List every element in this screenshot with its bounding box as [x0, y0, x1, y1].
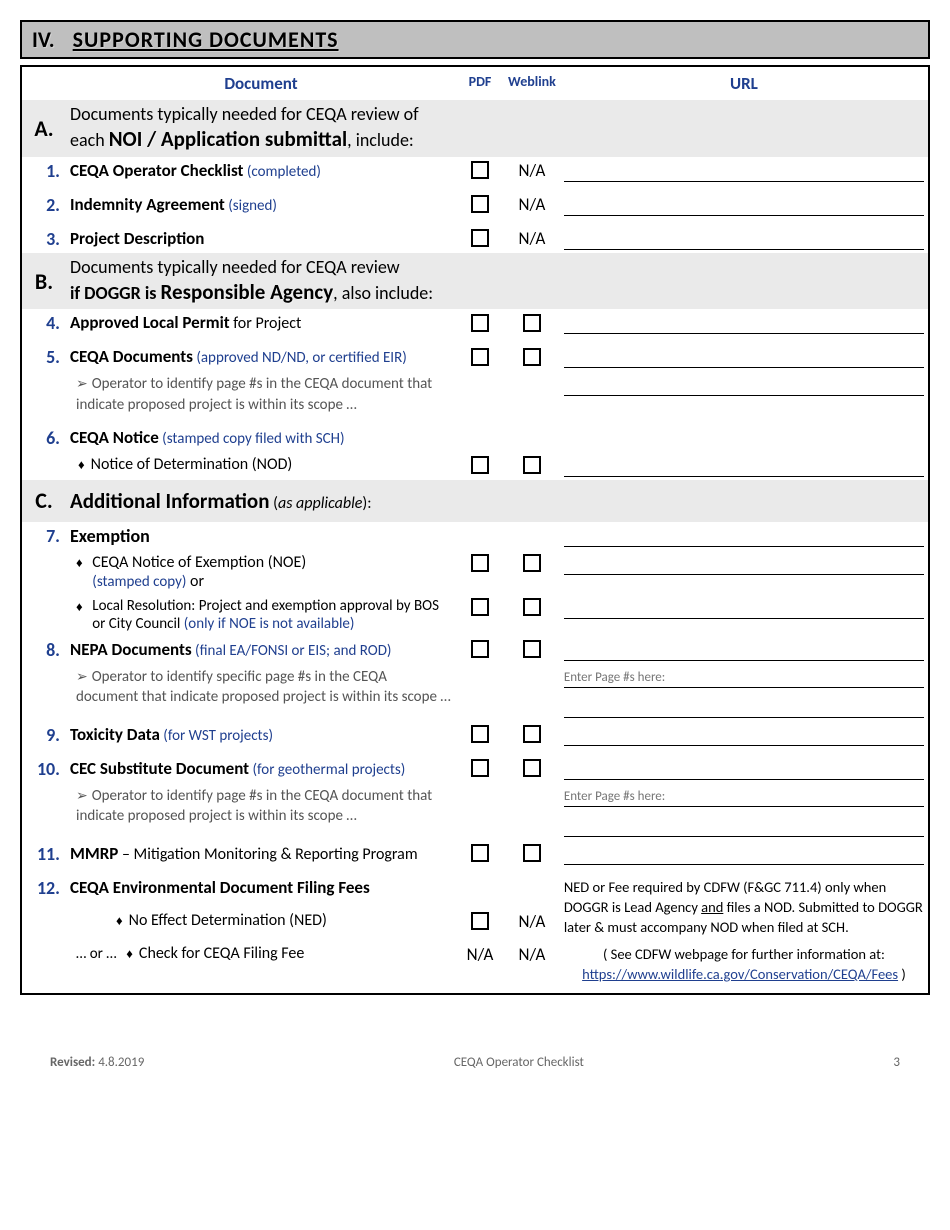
url-field[interactable] — [564, 760, 924, 780]
page-footer: Revised: 4.8.2019 CEQA Operator Checklis… — [20, 1055, 930, 1070]
group-b-letter: B. — [22, 253, 66, 310]
checkbox-icon[interactable] — [523, 844, 541, 862]
url-field[interactable] — [564, 555, 924, 575]
checkbox-icon[interactable] — [471, 161, 489, 179]
url-field[interactable] — [564, 599, 924, 619]
checkbox-icon[interactable] — [471, 348, 489, 366]
arrow-icon: ➢ — [76, 668, 88, 685]
checkbox-icon[interactable] — [471, 229, 489, 247]
page-numbers-input[interactable] — [564, 668, 924, 688]
group-a-letter: A. — [22, 100, 66, 157]
row-5: 5. CEQA Documents (approved ND/ND, or ce… — [22, 343, 928, 371]
checkbox-icon[interactable] — [523, 554, 541, 572]
diamond-icon: ♦ — [126, 947, 133, 962]
url-field[interactable] — [564, 726, 924, 746]
supporting-documents-box: Document PDF Weblink URL A. Documents ty… — [20, 65, 930, 995]
row-8: 8. NEPA Documents (final EA/FONSI or EIS… — [22, 636, 928, 664]
arrow-icon: ➢ — [76, 787, 88, 804]
checkbox-icon[interactable] — [523, 640, 541, 658]
arrow-icon: ➢ — [76, 375, 88, 392]
row-12-bullet2: … or … ♦Check for CEQA Filing Fee N/A N/… — [22, 941, 928, 988]
url-field[interactable] — [564, 376, 924, 396]
checkbox-icon[interactable] — [471, 314, 489, 332]
url-field[interactable] — [564, 698, 924, 718]
row-4: 4. Approved Local Permit for Project — [22, 309, 928, 337]
section-title: SUPPORTING DOCUMENTS — [73, 26, 339, 53]
checkbox-icon[interactable] — [471, 725, 489, 743]
row-11: 11. MMRP – Mitigation Monitoring & Repor… — [22, 840, 928, 868]
checkbox-icon[interactable] — [523, 759, 541, 777]
url-field[interactable] — [564, 527, 924, 547]
row-7-bullet1: ♦ CEQA Notice of Exemption (NOE) (stampe… — [22, 550, 928, 594]
group-a-line2: each NOI / Application submittal, includ… — [70, 126, 924, 153]
group-a-line1: Documents typically needed for CEQA revi… — [70, 103, 924, 126]
checkbox-icon[interactable] — [523, 314, 541, 332]
documents-table: Document PDF Weblink URL A. Documents ty… — [22, 67, 928, 993]
checkbox-icon[interactable] — [471, 640, 489, 658]
url-field[interactable] — [564, 162, 924, 182]
row-10: 10. CEC Substitute Document (for geother… — [22, 755, 928, 783]
row-6: 6. CEQA Notice (stamped copy filed with … — [22, 424, 928, 452]
group-c-row: C. Additional Information (as applicable… — [22, 480, 928, 522]
row-6-bullet: ♦Notice of Determination (NOD) — [22, 452, 928, 480]
diamond-icon: ♦ — [78, 458, 85, 473]
checkbox-icon[interactable] — [523, 456, 541, 474]
table-header-row: Document PDF Weblink URL — [22, 67, 928, 100]
section-header: IV. SUPPORTING DOCUMENTS — [20, 20, 930, 59]
checkbox-icon[interactable] — [471, 912, 489, 930]
page-numbers-input[interactable] — [564, 787, 924, 807]
hdr-weblink: Weblink — [504, 67, 560, 100]
url-field[interactable] — [564, 348, 924, 368]
hdr-url: URL — [560, 67, 928, 100]
group-b-line2: if DOGGR is Responsible Agency, also inc… — [70, 279, 924, 306]
fee-see-also: ( See CDFW webpage for further informati… — [564, 944, 924, 985]
url-field[interactable] — [564, 845, 924, 865]
checkbox-icon[interactable] — [523, 598, 541, 616]
checkbox-icon[interactable] — [471, 759, 489, 777]
group-b-line1: Documents typically needed for CEQA revi… — [70, 256, 924, 279]
row-5-sub: ➢Operator to identify page #s in the CEQ… — [22, 371, 928, 418]
checkbox-icon[interactable] — [471, 844, 489, 862]
checkbox-icon[interactable] — [523, 725, 541, 743]
fee-note: NED or Fee required by CDFW (F&GC 711.4)… — [564, 877, 924, 938]
url-field[interactable] — [564, 817, 924, 837]
diamond-icon: ♦ — [76, 556, 83, 571]
group-c-letter: C. — [22, 480, 66, 522]
footer-center: CEQA Operator Checklist — [454, 1055, 584, 1070]
row-8-sub: ➢Operator to identify specific page #s i… — [22, 664, 928, 721]
diamond-icon: ♦ — [76, 600, 83, 615]
row-10-sub: ➢Operator to identify page #s in the CEQ… — [22, 783, 928, 840]
row-12: 12. CEQA Environmental Document Filing F… — [22, 874, 928, 908]
url-field[interactable] — [564, 641, 924, 661]
row-7: 7. Exemption — [22, 522, 928, 550]
group-a-row: A. Documents typically needed for CEQA r… — [22, 100, 928, 157]
url-field[interactable] — [564, 314, 924, 334]
footer-revised: Revised: 4.8.2019 — [50, 1055, 144, 1070]
url-field[interactable] — [564, 457, 924, 477]
checkbox-icon[interactable] — [523, 348, 541, 366]
checkbox-icon[interactable] — [471, 598, 489, 616]
section-roman: IV. — [32, 26, 55, 53]
checkbox-icon[interactable] — [471, 554, 489, 572]
footer-page: 3 — [893, 1055, 900, 1070]
hdr-document: Document — [66, 67, 456, 100]
row-9: 9. Toxicity Data (for WST projects) — [22, 721, 928, 749]
row-2: 2. Indemnity Agreement (signed) N/A — [22, 191, 928, 219]
hdr-pdf: PDF — [456, 67, 504, 100]
checkbox-icon[interactable] — [471, 456, 489, 474]
row-3: 3. Project Description N/A — [22, 225, 928, 253]
cdfw-fees-link[interactable]: https://www.wildlife.ca.gov/Conservation… — [582, 965, 898, 983]
url-field[interactable] — [564, 196, 924, 216]
row-1: 1. CEQA Operator Checklist (completed) N… — [22, 157, 928, 185]
row-7-bullet2: ♦ Local Resolution: Project and exemptio… — [22, 594, 928, 636]
url-field[interactable] — [564, 230, 924, 250]
checkbox-icon[interactable] — [471, 195, 489, 213]
diamond-icon: ♦ — [116, 914, 123, 929]
group-b-row: B. Documents typically needed for CEQA r… — [22, 253, 928, 310]
